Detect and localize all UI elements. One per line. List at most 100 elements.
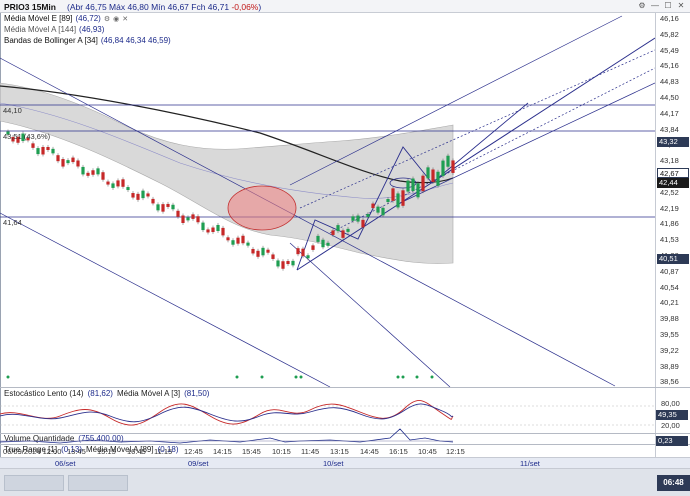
chart-title-bar[interactable]: PRIO3 15Min (Abr 46,75 Máx 46,80 Mín 46,… (0, 0, 690, 13)
price-chart[interactable] (0, 13, 655, 387)
price-tick: 41,86 (660, 219, 679, 229)
candle-body (381, 207, 385, 216)
time-axis[interactable]: 06/09/2024 12:00 13:45 15:15 16:45 11:15 12:4… (0, 445, 655, 457)
up-fork-upper (289, 15, 623, 186)
price-tick: 46,16 (660, 14, 679, 23)
time-label: 12:15 (446, 447, 465, 456)
taskbar-item[interactable] (68, 475, 128, 491)
candle-body (226, 237, 230, 241)
price-badge-40-51: 40,51 (657, 254, 689, 264)
close-icon[interactable]: ✕ (676, 1, 686, 11)
legend-settings-icon[interactable]: ⚙ (104, 15, 110, 23)
time-label: 12:45 (184, 447, 203, 456)
time-label: 13:45 (67, 447, 86, 456)
time-label: 15:15 (97, 447, 116, 456)
price-tick: 43,84 (660, 124, 679, 134)
price-tick: 39,22 (660, 345, 679, 355)
candle-body (411, 178, 415, 192)
price-tick: 42,19 (660, 203, 679, 213)
date-label: 06/set (55, 459, 76, 468)
true-range-chart[interactable] (0, 426, 655, 446)
candle-body (416, 183, 420, 198)
price-tick: 40,54 (660, 282, 679, 292)
candle-body (136, 193, 140, 200)
true-range-badge: 0,23 (656, 436, 688, 446)
candle-body (176, 210, 180, 217)
time-label: 16:15 (389, 447, 408, 456)
candle-body (191, 214, 195, 219)
price-tick: 45,82 (660, 29, 679, 39)
candle-body (131, 193, 135, 198)
candle-body (211, 227, 215, 233)
candle-body (386, 198, 390, 202)
price-tick: 38,89 (660, 361, 679, 371)
candle-body (266, 249, 270, 253)
date-label: 10/set (323, 459, 344, 468)
candle-body (376, 206, 380, 213)
candle-body (96, 168, 100, 175)
hline-label-44-10: 44,10 (3, 106, 22, 115)
highlight-ellipse (227, 185, 297, 231)
time-label: 14:15 (213, 447, 232, 456)
candle-body (86, 172, 90, 176)
date-label: 11/set (520, 459, 540, 468)
candle-body (71, 157, 75, 163)
stoch-badge: 49,35 (656, 410, 688, 420)
candle-body (161, 204, 165, 212)
panel-separator[interactable] (0, 387, 690, 388)
candle-body (186, 217, 190, 221)
quote-readout: (Abr 46,75 Máx 46,80 Mín 46,67 Fch 46,71… (67, 2, 262, 12)
price-tick: 43,18 (660, 156, 679, 166)
candle-body (341, 230, 345, 238)
price-tick: 44,50 (660, 93, 679, 102)
time-label: 14:45 (360, 447, 379, 456)
candle-body (346, 228, 350, 232)
down-channel-mid (289, 242, 451, 387)
candle-body (296, 248, 300, 255)
maximize-icon[interactable]: ☐ (663, 1, 673, 11)
candle-body (231, 240, 235, 245)
price-tick: 40,87 (660, 266, 679, 276)
symbol-label[interactable]: PRIO3 15Min (4, 2, 56, 12)
legend-eye-icon[interactable]: ◉ (113, 15, 119, 23)
legend-bollinger[interactable]: Bandas de Bollinger A [34] (46,84 46,34 4… (4, 36, 171, 45)
legend-mme[interactable]: Média Móvel E [89] (46,72) ⚙ ◉ ✕ (4, 14, 128, 23)
minimize-icon[interactable]: — (650, 1, 660, 11)
candle-body (256, 250, 260, 257)
time-label: 16:45 (127, 447, 146, 456)
price-badge-43-32: 43,32 (657, 137, 689, 147)
candle-body (336, 225, 340, 232)
candle-body (426, 167, 430, 179)
date-axis[interactable]: 06/set 09/set 10/set 11/set (0, 457, 690, 468)
candle-body (361, 219, 365, 228)
legend-mma[interactable]: Média Móvel A [144] (46,93) (4, 25, 104, 34)
time-label: 11:45 (301, 447, 320, 456)
legend-remove-icon[interactable]: ✕ (122, 15, 128, 23)
candle-body (196, 216, 200, 223)
candle-body (321, 239, 325, 248)
candle-body (236, 237, 240, 244)
candle-body (141, 190, 145, 199)
stochastic-title[interactable]: Estocástico Lento (14) (81,62) Média Móve… (4, 389, 209, 398)
settings-icon[interactable]: ⚙ (637, 1, 647, 11)
candle-body (241, 235, 245, 244)
candle-body (246, 242, 250, 246)
candle-body (126, 187, 130, 191)
candle-body (61, 159, 65, 167)
candle-body (31, 143, 35, 148)
candle-body (66, 160, 70, 164)
price-tick: 44,83 (660, 77, 679, 87)
candle-body (81, 166, 85, 175)
date-label: 09/set (188, 459, 209, 468)
candle-body (151, 198, 155, 204)
price-tick: 40,21 (660, 298, 679, 308)
candle-body (431, 169, 435, 182)
taskbar-item[interactable] (4, 475, 64, 491)
candle-body (156, 204, 160, 211)
candle-body (326, 242, 330, 246)
candle-body (36, 148, 40, 155)
stoch-tick-20: 20,00 (661, 421, 680, 430)
candle-body (281, 261, 285, 269)
candle-body (301, 248, 305, 257)
stochastic-k-line (0, 400, 454, 426)
